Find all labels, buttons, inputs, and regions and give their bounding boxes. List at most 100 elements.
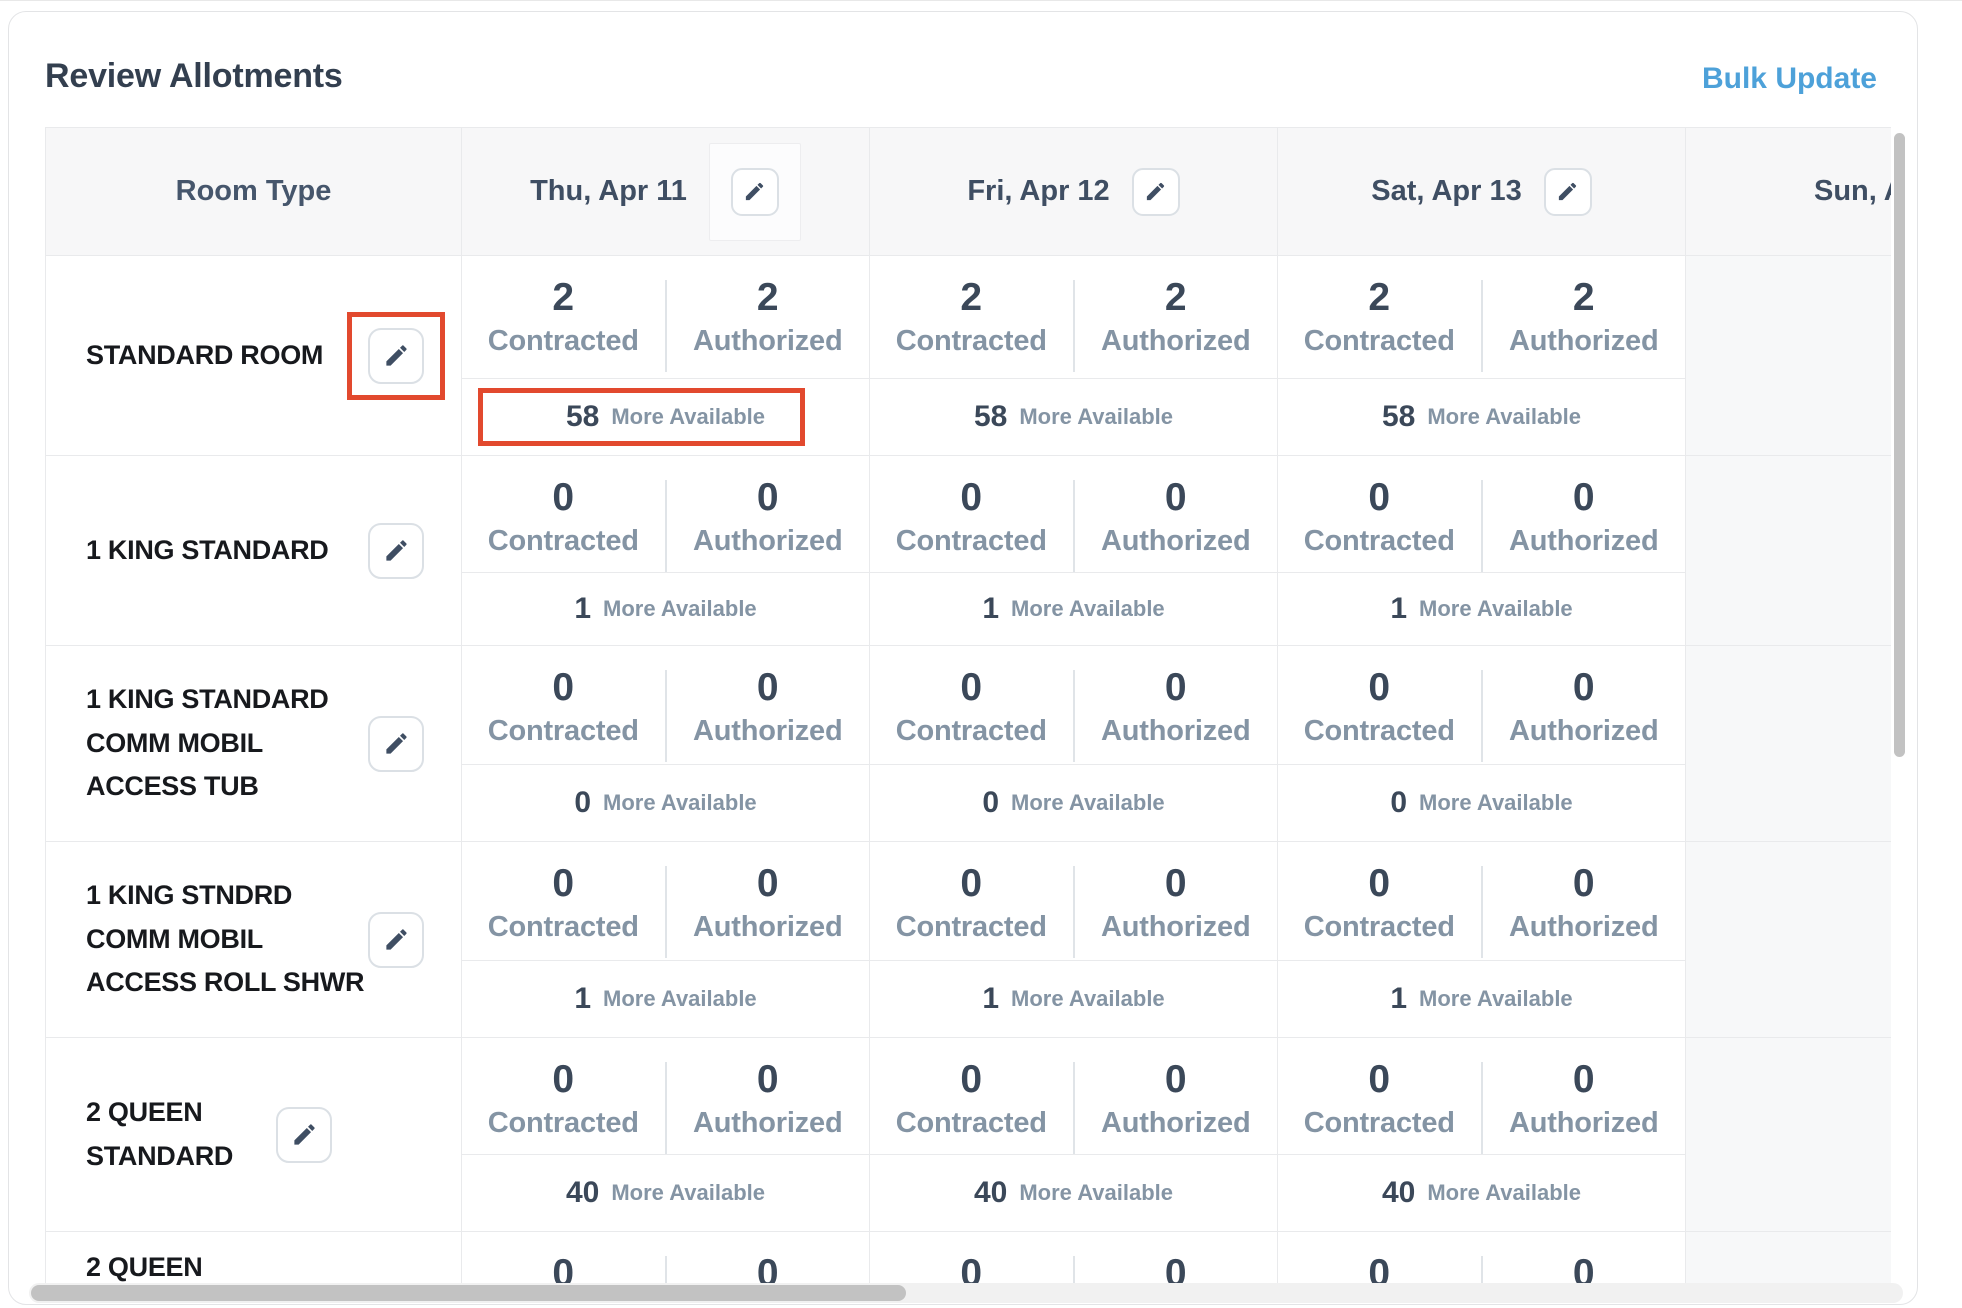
- edit-date-button[interactable]: [1544, 168, 1592, 216]
- allotment-cell-clipped: [1686, 1038, 1891, 1231]
- authorized-value: 0: [1573, 478, 1595, 517]
- authorized-label: Authorized: [1509, 911, 1658, 944]
- vertical-scrollbar-thumb[interactable]: [1894, 133, 1905, 757]
- more-available-value: 40: [566, 1176, 599, 1210]
- more-available-label: More Available: [603, 596, 757, 622]
- edit-pencil-icon: [383, 342, 410, 369]
- authorized-label: Authorized: [1101, 525, 1250, 558]
- authorized-label: Authorized: [693, 325, 842, 358]
- contracted-value: 0: [552, 864, 574, 903]
- authorized-value: 0: [757, 668, 779, 707]
- more-available-section: 58 More Available: [462, 378, 869, 455]
- authorized-label: Authorized: [1101, 911, 1250, 944]
- authorized-value: 0: [757, 864, 779, 903]
- more-available-section: 1 More Available: [870, 960, 1277, 1037]
- edit-date-button[interactable]: [731, 168, 779, 216]
- more-available-section: 40 More Available: [462, 1154, 869, 1231]
- contracted-label: Contracted: [488, 1107, 639, 1140]
- edit-room-type-button[interactable]: [276, 1107, 332, 1163]
- room-type-cell: 1 KING STNDRD COMM MOBIL ACCESS ROLL SHW…: [46, 842, 462, 1037]
- allotment-cell: 2Contracted 2Authorized 58 More Availabl…: [462, 256, 870, 455]
- authorized-value: 0: [1165, 478, 1187, 517]
- date-label: Thu, Apr 11: [530, 175, 687, 208]
- contracted-value: 0: [552, 668, 574, 707]
- allotment-cell: 0Contracted 0Authorized: [462, 1232, 870, 1287]
- card-header: Review Allotments Bulk Update: [45, 50, 1877, 96]
- authorized-label: Authorized: [1101, 715, 1250, 748]
- room-type-header-cell: Room Type: [46, 128, 462, 255]
- allotment-cell: 0Contracted 0Authorized: [1278, 1232, 1686, 1287]
- more-available-label: More Available: [1419, 790, 1573, 816]
- date-label: Fri, Apr 12: [967, 175, 1109, 208]
- edit-date-button[interactable]: [1132, 168, 1180, 216]
- authorized-value: 0: [1573, 1060, 1595, 1099]
- table-row: 1 KING STNDRD COMM MOBIL ACCESS ROLL SHW…: [46, 842, 1891, 1038]
- table-row: 1 KING STANDARD 0Contracted 0Authorized: [46, 456, 1891, 646]
- more-available-value: 1: [574, 982, 591, 1016]
- more-available-label: More Available: [1019, 404, 1173, 430]
- authorized-label: Authorized: [693, 525, 842, 558]
- contracted-label: Contracted: [1304, 325, 1455, 358]
- contracted-value: 0: [960, 668, 982, 707]
- horizontal-scrollbar-track[interactable]: [29, 1283, 1903, 1303]
- date-header-sat: Sat, Apr 13: [1278, 128, 1686, 255]
- table-scroll-viewport: Room Type Thu, Apr 11 Fri, Apr 12: [45, 127, 1891, 1287]
- contracted-label: Contracted: [488, 525, 639, 558]
- edit-pencil-icon: [1556, 180, 1579, 203]
- contracted-label: Contracted: [896, 1107, 1047, 1140]
- contracted-label: Contracted: [896, 325, 1047, 358]
- authorized-label: Authorized: [1101, 1107, 1250, 1140]
- more-available-section: 0 More Available: [870, 764, 1277, 841]
- contracted-value: 0: [960, 1060, 982, 1099]
- table-row: 1 KING STANDARD COMM MOBIL ACCESS TUB 0 C…: [46, 646, 1891, 842]
- more-available-section: 0 More Available: [462, 764, 869, 841]
- date-label: Sun, A: [1814, 175, 1891, 208]
- room-type-cell: STANDARD ROOM: [46, 256, 462, 455]
- allotment-cell: 0Contracted 0Authorized 0 More Available: [1278, 646, 1686, 841]
- contracted-label: Contracted: [488, 911, 639, 944]
- allotment-cell: 0Contracted 0Authorized 0 More Available: [462, 646, 870, 841]
- edit-pencil-icon: [1144, 180, 1167, 203]
- authorized-value: 0: [1165, 864, 1187, 903]
- authorized-label: Authorized: [1509, 715, 1658, 748]
- contracted-value: 0: [1368, 1060, 1390, 1099]
- contracted-label: Contracted: [488, 715, 639, 748]
- more-available-section: 1 More Available: [462, 960, 869, 1037]
- allotment-cell-clipped: [1686, 1232, 1891, 1287]
- edit-room-type-button[interactable]: [368, 523, 424, 579]
- edit-pencil-icon: [383, 730, 410, 757]
- edit-room-type-button[interactable]: [368, 912, 424, 968]
- contracted-label: Contracted: [896, 525, 1047, 558]
- allotment-cell: 0Contracted 0Authorized 0 More Available: [870, 646, 1278, 841]
- more-available-label: More Available: [1427, 404, 1581, 430]
- edit-room-type-button[interactable]: [368, 328, 424, 384]
- allotment-cell: 0Contracted 0Authorized: [870, 1232, 1278, 1287]
- authorized-label: Authorized: [1101, 325, 1250, 358]
- date-header-fri: Fri, Apr 12: [870, 128, 1278, 255]
- more-available-value: 1: [1390, 982, 1407, 1016]
- more-available-value: 1: [1390, 592, 1407, 626]
- allotment-cell-clipped: [1686, 256, 1891, 455]
- authorized-label: Authorized: [1509, 325, 1658, 358]
- more-available-value: 40: [974, 1176, 1007, 1210]
- more-available-value: 40: [1382, 1176, 1415, 1210]
- table-row: STANDARD ROOM 2Contracted 2Authori: [46, 256, 1891, 456]
- contracted-value: 0: [960, 864, 982, 903]
- more-available-label: More Available: [1419, 596, 1573, 622]
- allotment-cell: 0Contracted 0Authorized 1 More Available: [1278, 456, 1686, 645]
- review-allotments-card: Review Allotments Bulk Update Room Type …: [8, 11, 1918, 1305]
- more-available-section: 1 More Available: [462, 572, 869, 645]
- horizontal-scrollbar-thumb[interactable]: [31, 1285, 906, 1301]
- more-available-label: More Available: [1011, 986, 1165, 1012]
- bulk-update-link[interactable]: Bulk Update: [1702, 62, 1877, 96]
- room-type-label: 1 KING STNDRD COMM MOBIL ACCESS ROLL SHW…: [86, 874, 368, 1005]
- edit-room-type-button[interactable]: [368, 716, 424, 772]
- more-available-label: More Available: [1419, 986, 1573, 1012]
- more-available-section: 1 More Available: [870, 572, 1277, 645]
- contracted-value: 0: [552, 1060, 574, 1099]
- room-type-cell: 1 KING STANDARD COMM MOBIL ACCESS TUB: [46, 646, 462, 841]
- authorized-label: Authorized: [1509, 525, 1658, 558]
- more-available-value: 0: [1390, 786, 1407, 820]
- room-type-label: 1 KING STANDARD COMM MOBIL ACCESS TUB: [86, 678, 368, 809]
- more-available-value: 0: [982, 786, 999, 820]
